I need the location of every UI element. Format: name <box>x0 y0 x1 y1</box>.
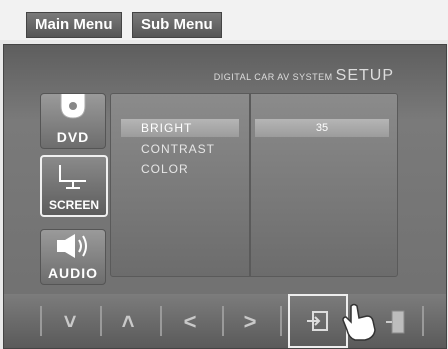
nav-separator <box>222 306 224 336</box>
exit-icon <box>386 310 405 334</box>
dvd-disc-icon <box>60 94 86 119</box>
source-dvd-button[interactable]: DVD <box>40 93 106 149</box>
nav-separator <box>40 306 42 336</box>
monitor-icon <box>59 165 86 189</box>
panel-divider <box>249 94 251 276</box>
bright-value: 35 <box>255 119 389 137</box>
nav-separator <box>422 306 424 336</box>
up-button[interactable]: ˄ <box>108 304 148 340</box>
bottom-nav: ˅ ˄ < > <box>4 294 446 348</box>
source-dvd-label: DVD <box>56 129 90 145</box>
speaker-icon <box>57 234 87 258</box>
exit-button[interactable] <box>376 304 416 340</box>
brand-system-text: DIGITAL CAR AV SYSTEM <box>213 72 333 82</box>
device-screen: DIGITAL CAR AV SYSTEM SETUP DVD SCREEN AU… <box>3 44 447 349</box>
menu-item-color[interactable]: COLOR <box>141 162 189 176</box>
nav-separator <box>160 306 162 336</box>
source-screen-label: SCREEN <box>48 198 99 212</box>
sub-menu-tag: Sub Menu <box>132 12 222 38</box>
menu-item-contrast[interactable]: CONTRAST <box>141 142 215 156</box>
source-audio-button[interactable]: AUDIO <box>40 229 106 285</box>
settings-panel: BRIGHT CONTRAST COLOR 35 <box>110 93 398 277</box>
source-screen-button[interactable]: SCREEN <box>40 155 108 217</box>
setup-title: SETUP <box>335 67 394 84</box>
enter-icon <box>307 311 328 331</box>
nav-separator <box>100 306 102 336</box>
left-button[interactable]: < <box>170 304 210 340</box>
menu-item-bright[interactable]: BRIGHT <box>121 119 239 137</box>
nav-separator <box>280 306 282 336</box>
main-menu-tag: Main Menu <box>26 12 122 38</box>
right-button[interactable]: > <box>230 304 270 340</box>
instruction-bar: Main Menu Sub Menu <box>0 0 448 40</box>
source-audio-label: AUDIO <box>47 265 99 281</box>
pointer-hand-icon <box>342 303 376 341</box>
brand-title: DIGITAL CAR AV SYSTEM SETUP <box>214 67 394 85</box>
down-button[interactable]: ˅ <box>50 304 90 340</box>
